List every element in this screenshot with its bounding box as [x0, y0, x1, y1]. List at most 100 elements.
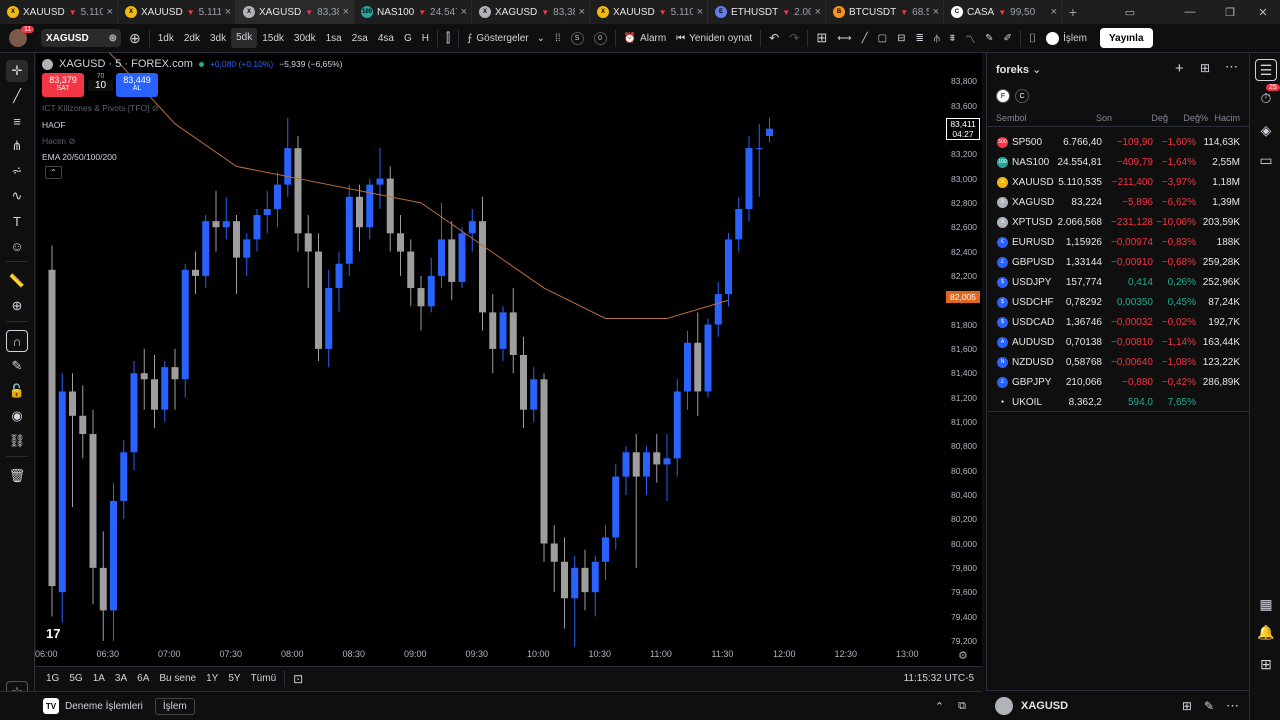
close-window-button[interactable]: ✕: [1248, 0, 1278, 24]
indicator-volume[interactable]: Hacim ⊘: [42, 136, 76, 147]
buy-button[interactable]: 83,449 AL: [116, 73, 158, 97]
watchlist-row[interactable]: $ USDCAD 1,36746 −0,00032 −0,02% 192,7K: [987, 312, 1250, 332]
filter-chip[interactable]: C: [1015, 89, 1029, 103]
new-tab-button[interactable]: +: [1062, 4, 1084, 20]
chevron-up-icon[interactable]: ⌃: [935, 700, 944, 713]
interval-2sa[interactable]: 2sa: [347, 24, 373, 53]
pattern-icon[interactable]: ⩫: [6, 160, 28, 182]
interval-H[interactable]: H: [417, 24, 434, 53]
chart-area[interactable]: XAGUSD · 5 · FOREX.com +0,080 (+0,10%) −…: [35, 53, 982, 666]
trend-line-icon[interactable]: ╱: [6, 85, 28, 107]
more-icon[interactable]: ⋯: [1225, 59, 1238, 75]
column-header[interactable]: Hacim: [1214, 113, 1240, 123]
indicator-ict[interactable]: ICT Killzones & Pivots [TFO] ⊘: [42, 103, 159, 114]
add-symbol-icon[interactable]: +: [1175, 60, 1184, 77]
pitchfork-icon[interactable]: ⫛: [929, 24, 945, 53]
settings-gear-icon[interactable]: ⚙: [958, 649, 968, 662]
watchlist-icon[interactable]: ☰: [1255, 59, 1277, 81]
trash-icon[interactable]: 🗑: [6, 465, 28, 487]
camera-icon[interactable]: ⌷: [1024, 24, 1041, 53]
watchlist-row[interactable]: ● UKOIL 8.362,2 594,0 7,65%: [987, 392, 1250, 412]
details-symbol[interactable]: XAGUSD: [1021, 700, 1068, 712]
bell-icon[interactable]: 🔔: [1255, 621, 1277, 643]
browser-tab[interactable]: X XAGUSD▼83,380 ×: [236, 0, 354, 24]
interval-2dk[interactable]: 2dk: [179, 24, 205, 53]
s-icon[interactable]: S: [566, 24, 589, 53]
interval-5dk[interactable]: 5dk: [231, 27, 258, 48]
calendar-icon[interactable]: ▦: [1255, 593, 1277, 615]
lock-icon[interactable]: 🔓: [6, 380, 28, 402]
browser-tab[interactable]: X XAGUSD▼83,380 ×: [472, 0, 590, 24]
filter-chip[interactable]: F: [996, 89, 1010, 103]
maximize-panel-icon[interactable]: ⧉: [958, 700, 966, 713]
interval-1dk[interactable]: 1dk: [153, 24, 179, 53]
parallel-channel-icon[interactable]: ≣: [910, 24, 928, 53]
undo-icon[interactable]: ↶: [764, 24, 784, 53]
symbol-settings-icon[interactable]: ⊛: [109, 33, 117, 44]
eye-off-icon[interactable]: ⊘: [152, 103, 159, 113]
crosshair-icon[interactable]: ✛: [6, 60, 28, 82]
user-avatar[interactable]: 11: [0, 24, 36, 53]
trend-line-icon[interactable]: ╱: [857, 24, 873, 53]
watchlist-row[interactable]: £ GBPUSD 1,33144 −0,00910 −0,68% 259,28K: [987, 252, 1250, 272]
advanced-view-icon[interactable]: ⊞: [1200, 61, 1210, 75]
browser-tab[interactable]: X XAUUSD▼5.110,5 ×: [590, 0, 708, 24]
close-tab-icon[interactable]: ×: [815, 6, 821, 18]
close-tab-icon[interactable]: ×: [579, 6, 585, 18]
indicator-ema[interactable]: EMA 20/50/100/200: [42, 152, 117, 162]
pen-icon[interactable]: ✐: [999, 24, 1017, 53]
candle-type-icon[interactable]: ⫿: [441, 24, 455, 53]
interval-3dk[interactable]: 3dk: [205, 24, 231, 53]
indicator-haof[interactable]: HAOF: [42, 120, 66, 130]
range-4[interactable]: 6A: [132, 668, 154, 690]
horizontal-line-icon[interactable]: ⟷: [832, 24, 856, 53]
watchlist-row[interactable]: $ USDCHF 0,78292 0,00350 0,45% 87,24K: [987, 292, 1250, 312]
chat-icon[interactable]: ▭: [1255, 149, 1277, 171]
close-tab-icon[interactable]: ×: [697, 6, 703, 18]
ruler-icon[interactable]: ⩩: [945, 24, 960, 53]
range-8[interactable]: Tümü: [246, 668, 282, 690]
column-header[interactable]: Son: [1096, 113, 1112, 123]
watchlist-row[interactable]: X XAGUSD 83,224 −5,896 −6,62% 1,39M: [987, 192, 1250, 212]
column-header[interactable]: Değ: [1151, 113, 1168, 123]
interval-15dk[interactable]: 15dk: [257, 24, 289, 53]
browser-tab[interactable]: E ETHUSDT▼2.000,0 ×: [708, 0, 826, 24]
redo-icon[interactable]: ↷: [784, 24, 804, 53]
watchlist-row[interactable]: 100 NAS100 24.554,81 −409,79 −1,64% 2,55M: [987, 152, 1250, 172]
compare-add-icon[interactable]: ⊕: [124, 24, 146, 53]
trade-button[interactable]: İşlem: [1041, 24, 1092, 53]
collapse-legend-button[interactable]: ⌃: [45, 166, 62, 179]
magnet-icon[interactable]: ∩: [6, 330, 28, 352]
replay-button[interactable]: ⏮ Yeniden oynat: [671, 24, 757, 53]
watchlist-row[interactable]: 500 SP500 6.766,40 −109,90 −1,60% 114,63K: [987, 132, 1250, 152]
fib-icon[interactable]: ⊟: [892, 24, 910, 53]
indicators-button[interactable]: ⨍ Göstergeler ⌄: [462, 24, 550, 53]
column-header[interactable]: Sembol: [996, 113, 1027, 123]
watchlist-row[interactable]: X XPTUSD 2.066,568 −231,128 −10,06% 203,59K: [987, 212, 1250, 232]
range-7[interactable]: 5Y: [223, 668, 245, 690]
watchlist-row[interactable]: X XAUUSD 5.110,535 −211,400 −3,97% 1,18M: [987, 172, 1250, 192]
range-6[interactable]: 1Y: [201, 668, 223, 690]
interval-30dk[interactable]: 30dk: [289, 24, 321, 53]
range-5[interactable]: Bu sene: [154, 668, 201, 690]
zero-icon[interactable]: 0: [589, 24, 612, 53]
close-tab-icon[interactable]: ×: [107, 6, 113, 18]
eye-icon[interactable]: ◉: [6, 405, 28, 427]
browser-tab[interactable]: CCASA▼99,50-2,×: [944, 0, 1062, 24]
grid-apps-icon[interactable]: ⊞: [1255, 653, 1277, 675]
rectangle-icon[interactable]: ▢: [873, 24, 892, 53]
maximize-button[interactable]: ❐: [1215, 0, 1245, 24]
watchlist-row[interactable]: $ USDJPY 157,774 0,414 0,26% 252,96K: [987, 272, 1250, 292]
range-0[interactable]: 1G: [41, 668, 64, 690]
zoom-icon[interactable]: ⊕: [6, 295, 28, 317]
browser-tab[interactable]: X XAUUSD▼5.110,5 ×: [0, 0, 118, 24]
brush-icon[interactable]: ✎: [980, 24, 998, 53]
watchlist-row[interactable]: € EURUSD 1,15926 −0,00974 −0,83% 188K: [987, 232, 1250, 252]
clock-label[interactable]: 11:15:32 UTC-5: [904, 673, 982, 684]
edit-icon[interactable]: ✎: [1204, 699, 1214, 713]
close-tab-icon[interactable]: ×: [461, 6, 467, 18]
paper-trading-tab[interactable]: Deneme İşlemleri: [65, 701, 143, 712]
emoji-icon[interactable]: ☺: [6, 235, 28, 257]
watchlist-row[interactable]: A AUDUSD 0,70138 −0,00810 −1,14% 163,44K: [987, 332, 1250, 352]
interval-G[interactable]: G: [399, 24, 417, 53]
